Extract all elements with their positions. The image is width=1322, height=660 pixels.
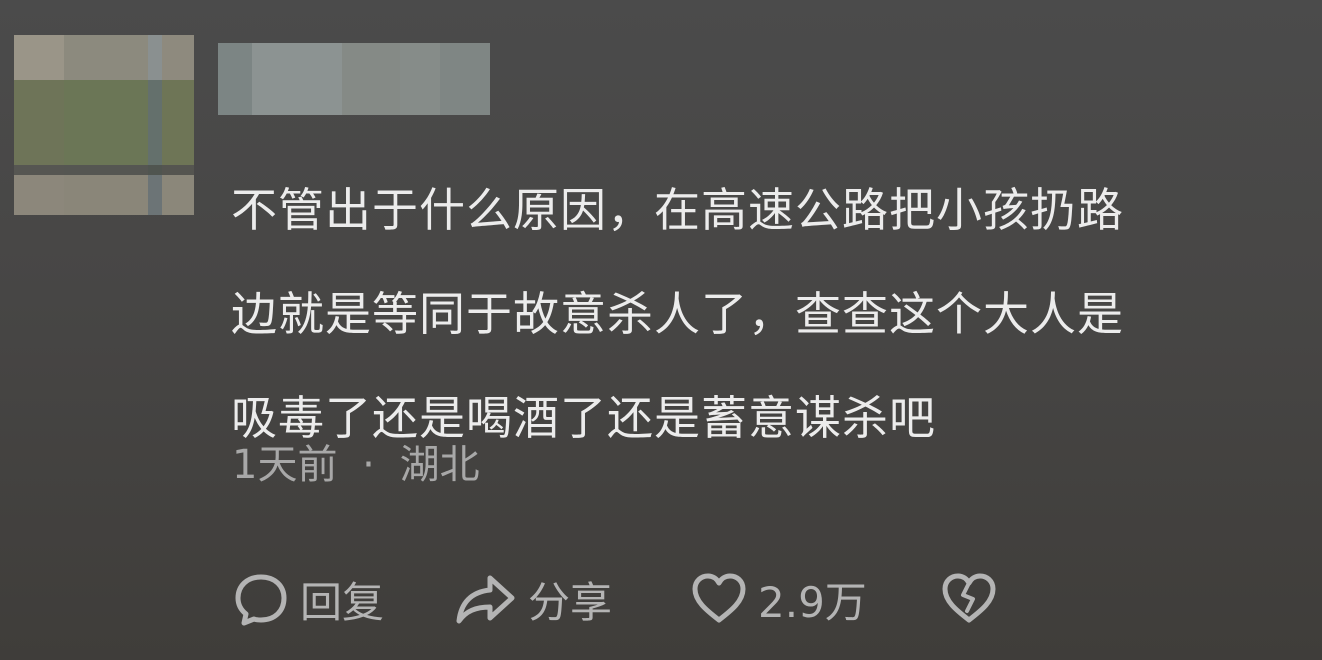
meta-separator: · (362, 442, 375, 488)
dislike-button[interactable] (940, 570, 998, 628)
avatar-pixel (162, 165, 194, 175)
reply-label: 回复 (300, 577, 385, 627)
username[interactable] (218, 43, 490, 115)
avatar-pixel (64, 175, 148, 215)
username-pixel (252, 43, 342, 115)
avatar-pixel (14, 165, 64, 175)
comment-text: 不管出于什么原因，在高速公路把小孩扔路 边就是等同于故意杀人了，查查这个大人是 … (231, 158, 1291, 470)
avatar-pixel (162, 80, 194, 165)
avatar-pixel (162, 35, 194, 80)
avatar-pixel (162, 175, 194, 215)
heart-icon (690, 570, 748, 628)
speech-bubble-icon (232, 570, 290, 628)
share-arrow-icon (454, 570, 518, 628)
avatar-pixel (14, 35, 64, 80)
comment-meta: 1天前 · 湖北 (232, 439, 480, 491)
avatar-pixel (148, 175, 162, 215)
avatar-pixel (14, 175, 64, 215)
avatar-pixel (64, 165, 148, 175)
avatar-pixel (148, 35, 162, 80)
broken-heart-icon (940, 570, 998, 628)
share-label: 分享 (528, 577, 613, 627)
comment-actions: 回复 分享 2.9万 (232, 569, 998, 629)
username-pixel (342, 43, 400, 115)
username-pixel (400, 43, 440, 115)
avatar-pixel (14, 80, 64, 165)
comment-item: 不管出于什么原因，在高速公路把小孩扔路 边就是等同于故意杀人了，查查这个大人是 … (0, 0, 1322, 660)
comment-line: 不管出于什么原因，在高速公路把小孩扔路 (231, 183, 1124, 237)
avatar-pixel (64, 35, 148, 80)
comment-line: 边就是等同于故意杀人了，查查这个大人是 (231, 287, 1124, 341)
comment-time: 1天前 (232, 442, 338, 488)
like-button[interactable]: 2.9万 (690, 569, 940, 630)
share-button[interactable]: 分享 (454, 569, 690, 630)
comment-location: 湖北 (399, 442, 480, 488)
avatar-pixel (148, 80, 162, 165)
avatar[interactable] (14, 35, 194, 215)
username-pixel (218, 43, 252, 115)
reply-button[interactable]: 回复 (232, 569, 454, 630)
avatar-pixel (148, 165, 162, 175)
like-count: 2.9万 (758, 577, 867, 627)
avatar-pixel (64, 80, 148, 165)
username-pixel (440, 43, 490, 115)
